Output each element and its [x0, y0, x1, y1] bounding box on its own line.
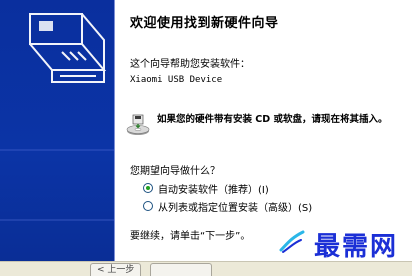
- wizard-side-panel: [0, 0, 115, 276]
- continue-instruction: 要继续，请单击“下一步”。: [130, 231, 251, 242]
- radio-install-from-list[interactable]: [143, 201, 153, 211]
- cd-notice-text: 如果您的硬件带有安装 CD 或软盘，请现在将其插入。: [157, 114, 388, 125]
- back-button[interactable]: < 上一步: [90, 263, 142, 276]
- button-bar: < 上一步: [0, 261, 412, 276]
- device-name: Xiaomi USB Device: [130, 75, 223, 85]
- question-text: 您期望向导做什么？: [130, 166, 220, 177]
- radio-auto-install[interactable]: [143, 183, 153, 193]
- option-auto-install-label: 自动安装软件（推荐）(I): [158, 184, 269, 196]
- option-install-from-list-label: 从列表或指定位置安装（高级）(S): [158, 202, 313, 214]
- hardware-graphic-icon: [0, 13, 114, 221]
- cd-notice-row: 如果您的硬件带有安装 CD 或软盘，请现在将其插入。: [125, 110, 405, 142]
- wizard-content: 欢迎使用找到新硬件向导 这个向导帮助您安装软件： Xiaomi USB Devi…: [115, 0, 412, 276]
- next-button[interactable]: [150, 263, 212, 276]
- watermark-logo-icon: [279, 230, 305, 253]
- option-install-from-list[interactable]: 从列表或指定位置安装（高级）(S): [143, 199, 313, 214]
- cd-disc-icon: [126, 114, 150, 135]
- watermark: 最需网: [313, 232, 398, 262]
- page-title: 欢迎使用找到新硬件向导: [130, 16, 279, 31]
- intro-text: 这个向导帮助您安装软件：: [130, 59, 250, 70]
- found-new-hardware-wizard: 欢迎使用找到新硬件向导 这个向导帮助您安装软件： Xiaomi USB Devi…: [0, 0, 412, 276]
- option-auto-install[interactable]: 自动安装软件（推荐）(I): [143, 181, 269, 196]
